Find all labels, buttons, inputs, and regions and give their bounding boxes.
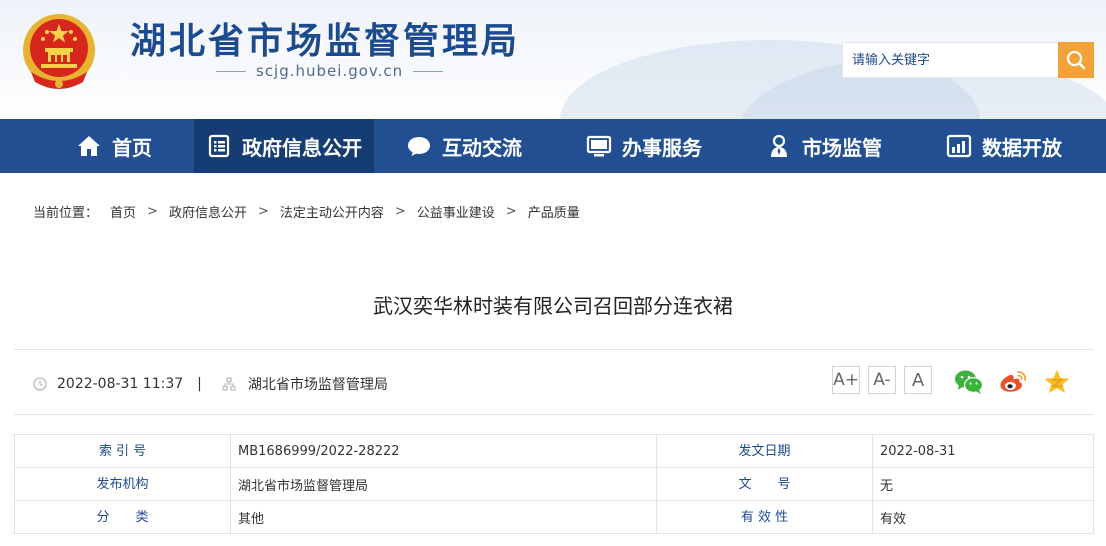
- table-row: 分 类 其他 有 效 性 有效: [14, 500, 1094, 534]
- nav-item-home[interactable]: 首页: [40, 119, 188, 173]
- publish-datetime: 2022-08-31 11:37: [57, 376, 184, 392]
- breadcrumb-separator-icon: >: [147, 204, 158, 219]
- breadcrumb-item-gov-info[interactable]: 政府信息公开: [169, 202, 247, 221]
- nav-label: 首页: [112, 135, 152, 160]
- nav-item-open-data[interactable]: 数据开放: [934, 119, 1074, 173]
- breadcrumb-separator-icon: >: [505, 204, 517, 219]
- category-value: 其他: [230, 500, 657, 534]
- main-nav: 首页 政府信息公开 互动交流 办事服务 市场监管 数据开放: [0, 119, 1106, 173]
- category-label: 分 类: [14, 500, 231, 534]
- weibo-share-button[interactable]: [998, 368, 1028, 396]
- breadcrumb: 当前位置： 首页 > 政府信息公开 > 法定主动公开内容 > 公益事业建设 > …: [33, 202, 580, 221]
- issue-date-value: 2022-08-31: [872, 434, 1094, 468]
- search-input[interactable]: [843, 43, 1059, 77]
- meta-divider: |: [197, 376, 202, 392]
- font-decrease-label: A-: [873, 370, 891, 390]
- nav-label: 政府信息公开: [242, 135, 362, 160]
- document-number-value: 无: [872, 467, 1094, 501]
- font-increase-button[interactable]: A+: [832, 366, 860, 394]
- breadcrumb-item-home[interactable]: 首页: [110, 202, 136, 221]
- search-button[interactable]: [1058, 42, 1094, 78]
- validity-value: 有效: [872, 500, 1094, 534]
- font-size-controls: A+ A- A: [832, 366, 932, 394]
- document-list-icon: [206, 133, 232, 159]
- monitor-icon: [586, 133, 612, 159]
- table-row: 索 引 号 MB1686999/2022-28222 发文日期 2022-08-…: [14, 434, 1094, 468]
- validity-label: 有 效 性: [656, 500, 873, 534]
- article-title: 武汉奕华林时装有限公司召回部分连衣裙: [373, 294, 733, 318]
- document-info-table: 索 引 号 MB1686999/2022-28222 发文日期 2022-08-…: [14, 434, 1094, 534]
- breadcrumb-item-public-welfare[interactable]: 公益事业建设: [417, 202, 495, 221]
- article-meta: 2022-08-31 11:37 | 湖北省市场监督管理局: [33, 374, 388, 394]
- font-decrease-button[interactable]: A-: [868, 366, 896, 394]
- wechat-share-button[interactable]: [954, 368, 984, 396]
- clock-icon: [33, 377, 47, 391]
- national-emblem-icon[interactable]: [21, 12, 97, 92]
- publisher-label: 发布机构: [14, 467, 231, 501]
- font-increase-label: A+: [833, 370, 859, 390]
- qzone-star-icon: [1044, 370, 1070, 393]
- chat-bubble-icon: [406, 133, 432, 159]
- site-url: scjg.hubei.gov.cn: [256, 62, 404, 80]
- nav-item-interaction[interactable]: 互动交流: [394, 119, 534, 173]
- nav-item-market-supervision[interactable]: 市场监管: [754, 119, 894, 173]
- breadcrumb-prefix: 当前位置：: [33, 206, 99, 221]
- font-default-label: A: [911, 369, 925, 391]
- index-number-label: 索 引 号: [14, 434, 231, 468]
- wechat-icon: [955, 370, 984, 394]
- weibo-icon: [1000, 371, 1027, 392]
- nav-label: 数据开放: [982, 135, 1062, 160]
- nav-item-gov-info[interactable]: 政府信息公开: [194, 119, 374, 173]
- share-buttons: [954, 368, 1072, 396]
- breadcrumb-separator-icon: >: [257, 204, 269, 219]
- publisher-value: 湖北省市场监督管理局: [230, 467, 657, 501]
- org-structure-icon: [222, 377, 236, 391]
- index-number-value: MB1686999/2022-28222: [230, 434, 657, 468]
- home-icon: [76, 133, 102, 159]
- decorative-line: [216, 70, 246, 72]
- qzone-share-button[interactable]: [1042, 368, 1072, 396]
- inspector-person-icon: [766, 133, 792, 159]
- nav-label: 互动交流: [442, 135, 522, 160]
- breadcrumb-separator-icon: >: [394, 204, 406, 219]
- breadcrumb-item-statutory[interactable]: 法定主动公开内容: [280, 202, 384, 221]
- nav-item-services[interactable]: 办事服务: [574, 119, 714, 173]
- nav-label: 市场监管: [802, 135, 882, 160]
- publish-source: 湖北省市场监督管理局: [247, 377, 388, 393]
- search-box: [842, 42, 1094, 78]
- site-url-row: scjg.hubei.gov.cn: [216, 62, 444, 80]
- nav-label: 办事服务: [622, 135, 702, 160]
- issue-date-label: 发文日期: [656, 434, 873, 468]
- site-header: 湖北省市场监督管理局 scjg.hubei.gov.cn: [0, 0, 1106, 119]
- font-default-button[interactable]: A: [904, 366, 932, 394]
- breadcrumb-item-product-quality[interactable]: 产品质量: [528, 202, 580, 221]
- site-title[interactable]: 湖北省市场监督管理局: [130, 12, 520, 64]
- bar-chart-icon: [946, 133, 972, 159]
- search-icon: [1066, 50, 1086, 70]
- article-meta-row: 2022-08-31 11:37 | 湖北省市场监督管理局 A+ A- A: [14, 349, 1094, 415]
- decorative-line: [413, 70, 444, 72]
- document-number-label: 文 号: [656, 467, 873, 501]
- table-row: 发布机构 湖北省市场监督管理局 文 号 无: [14, 467, 1094, 501]
